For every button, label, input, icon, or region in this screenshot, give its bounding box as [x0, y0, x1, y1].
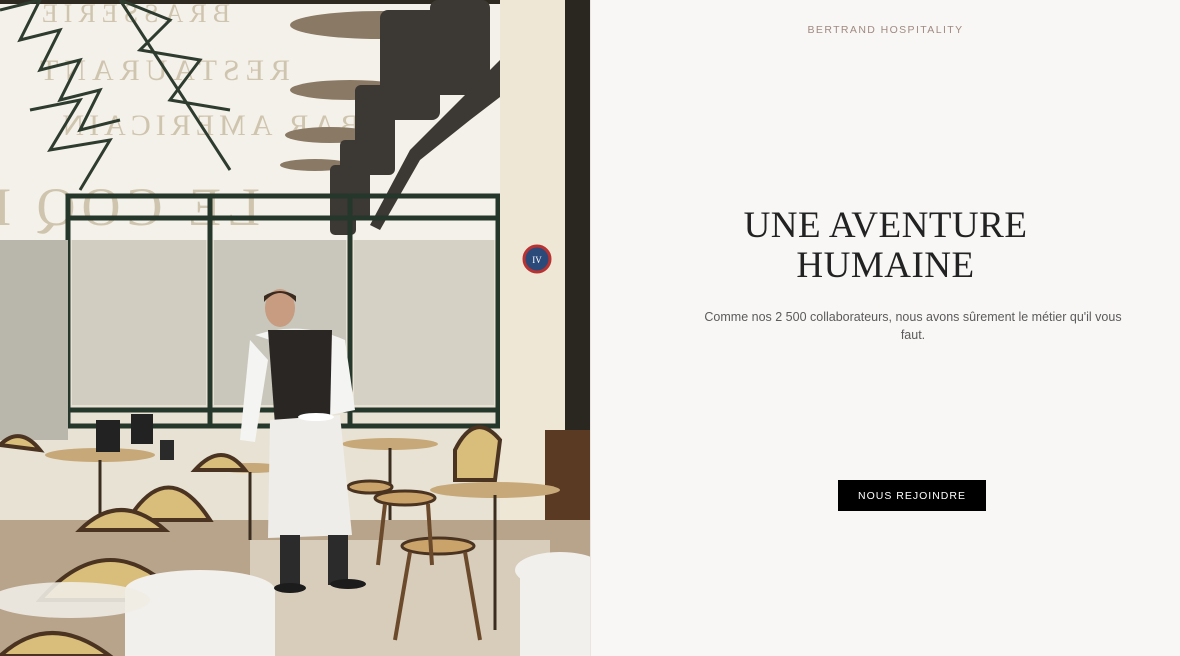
awning-line: RESTAURANT	[34, 54, 290, 87]
hero-photo: BRASSERIE RESTAURANT BAR AMERICAIN LE CO…	[0, 0, 590, 656]
join-us-button[interactable]: NOUS REJOINDRE	[838, 480, 986, 511]
headline-line-1: UNE AVENTURE	[743, 205, 1028, 246]
hero-headline: UNE AVENTURE HUMAINE	[651, 206, 1120, 286]
sign-text: IV	[532, 255, 542, 265]
brand-name: BERTRAND HOSPITALITY	[807, 24, 964, 36]
hero-content-panel: BERTRAND HOSPITALITY UNE AVENTURE HUMAIN…	[590, 0, 1180, 656]
hero-subtitle: Comme nos 2 500 collaborateurs, nous avo…	[704, 310, 1122, 342]
headline-line-2: HUMAINE	[796, 245, 975, 286]
awning-line: LE COQ D'OR	[0, 177, 260, 237]
